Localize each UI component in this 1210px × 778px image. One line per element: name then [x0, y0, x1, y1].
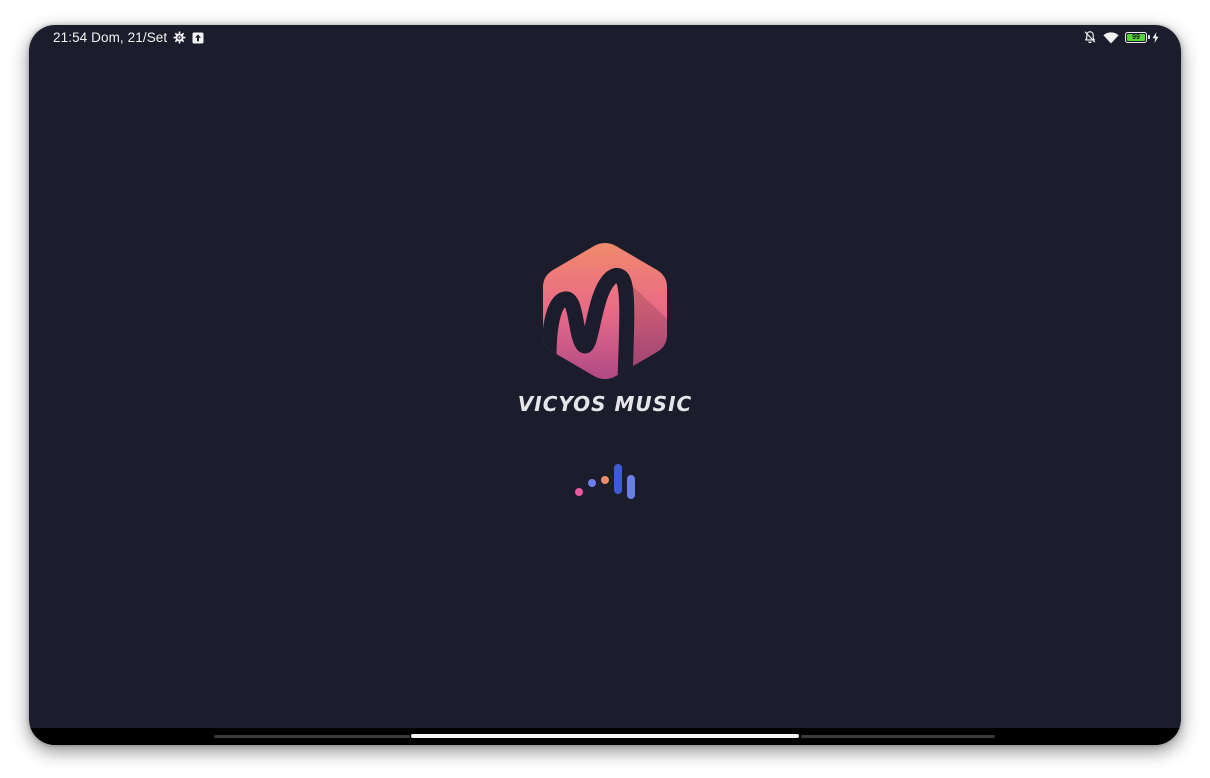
navigation-bar	[29, 728, 1181, 745]
nav-track-right	[801, 735, 995, 738]
status-bar-left: 21:54 Dom, 21/Set	[53, 30, 204, 45]
app-name-title: VICYOS MUSIC	[517, 392, 693, 416]
battery-level: 99	[1127, 33, 1145, 41]
charging-bolt-icon	[1152, 31, 1159, 43]
battery-icon: 99	[1125, 31, 1150, 43]
loading-equalizer-icon	[573, 463, 637, 503]
wifi-icon	[1103, 31, 1119, 44]
settings-gear-icon	[173, 31, 186, 44]
loader-dot-2	[588, 479, 596, 487]
device-screen: 21:54 Dom, 21/Set 99 VICYOS MUSIC	[29, 25, 1181, 745]
bell-off-icon	[1083, 30, 1097, 44]
loader-dot-3	[601, 476, 609, 484]
status-time-date: 21:54 Dom, 21/Set	[53, 30, 168, 45]
loader-bar-2	[627, 475, 635, 499]
app-logo	[539, 239, 671, 383]
nav-track-left	[214, 735, 410, 738]
loader-bar-1	[614, 464, 622, 494]
loader-dot-1	[575, 488, 583, 496]
upload-notification-icon	[192, 32, 204, 44]
home-gesture-bar[interactable]	[411, 734, 799, 738]
status-bar-right: 99	[1077, 30, 1159, 44]
status-bar: 21:54 Dom, 21/Set 99	[29, 25, 1181, 51]
